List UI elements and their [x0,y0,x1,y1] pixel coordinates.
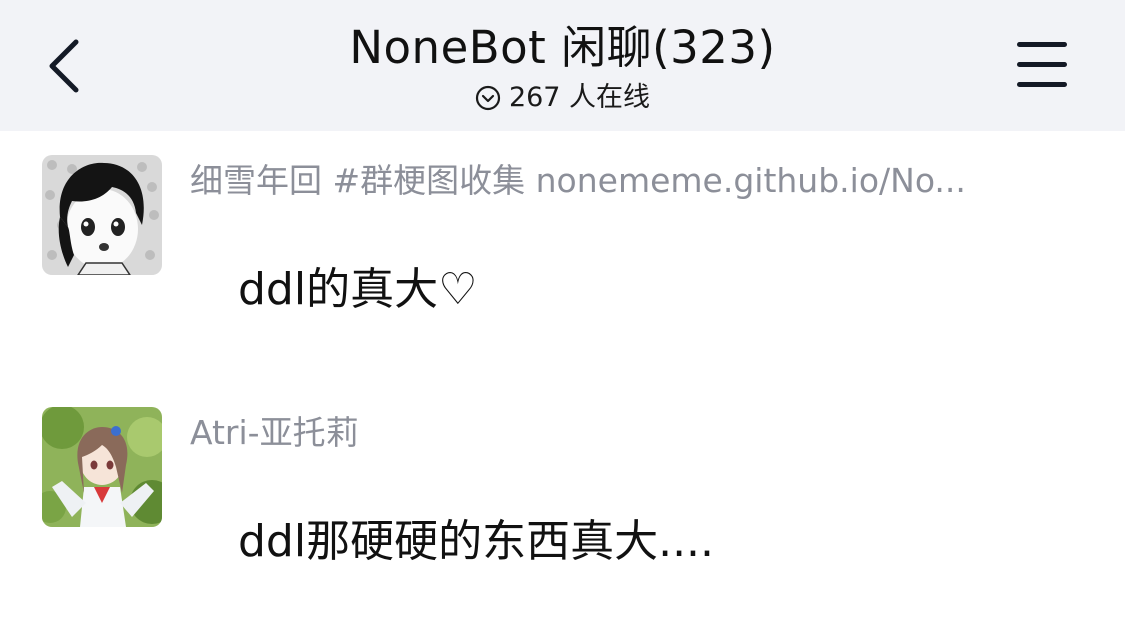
sender-name[interactable]: 细雪年回 #群梗图收集 nonememe.github.io/No... [190,159,966,203]
avatar[interactable] [42,407,162,527]
menu-button[interactable] [1013,38,1073,94]
chat-title[interactable]: NoneBot 闲聊(323) [0,18,1125,78]
message-text[interactable]: ddl的真大♡ [214,241,502,339]
message-text[interactable]: ddl那硬硬的东西真大.... [214,493,738,591]
hamburger-menu-icon [1017,42,1067,47]
title-block: NoneBot 闲聊(323) 267 人在线 [0,18,1125,116]
chevron-down-circle-icon [475,85,501,111]
chat-header: NoneBot 闲聊(323) 267 人在线 [0,0,1125,131]
hamburger-line [1017,62,1067,67]
online-count: 267 人在线 [508,82,651,113]
anime-girl-avatar [42,407,162,527]
avatar[interactable] [42,155,162,275]
manga-girl-avatar [42,155,162,275]
hamburger-line [1017,82,1067,87]
online-status[interactable]: 267 人在线 [475,80,650,116]
sender-name[interactable]: Atri-亚托莉 [190,411,359,455]
